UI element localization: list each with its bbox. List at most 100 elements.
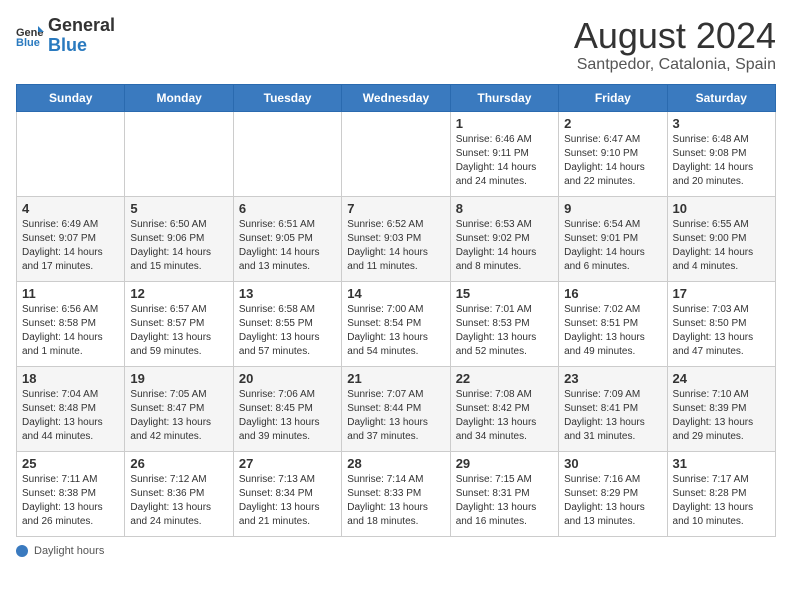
day-number: 8 bbox=[456, 201, 553, 216]
day-info: Sunrise: 7:13 AM Sunset: 8:34 PM Dayligh… bbox=[239, 473, 336, 529]
calendar-cell: 19 Sunrise: 7:05 AM Sunset: 8:47 PM Dayli… bbox=[125, 366, 233, 451]
calendar-cell: 15 Sunrise: 7:01 AM Sunset: 8:53 PM Dayli… bbox=[450, 281, 558, 366]
calendar-cell: 28 Sunrise: 7:14 AM Sunset: 8:33 PM Dayli… bbox=[342, 451, 450, 536]
calendar-cell: 25 Sunrise: 7:11 AM Sunset: 8:38 PM Dayli… bbox=[17, 451, 125, 536]
header-row: SundayMondayTuesdayWednesdayThursdayFrid… bbox=[17, 84, 776, 111]
header-day-monday: Monday bbox=[125, 84, 233, 111]
calendar-cell: 8 Sunrise: 6:53 AM Sunset: 9:02 PM Daylig… bbox=[450, 196, 558, 281]
day-info: Sunrise: 6:53 AM Sunset: 9:02 PM Dayligh… bbox=[456, 218, 553, 274]
day-number: 25 bbox=[22, 456, 119, 471]
day-info: Sunrise: 6:47 AM Sunset: 9:10 PM Dayligh… bbox=[564, 133, 661, 189]
calendar-cell: 30Sunrise: 7:16 AM Sunset: 8:29 PM Dayli… bbox=[559, 451, 667, 536]
day-number: 24 bbox=[673, 371, 770, 386]
day-info: Sunrise: 7:08 AM Sunset: 8:42 PM Dayligh… bbox=[456, 388, 553, 444]
day-info: Sunrise: 7:17 AM Sunset: 8:28 PM Dayligh… bbox=[673, 473, 770, 529]
day-number: 28 bbox=[347, 456, 444, 471]
calendar-cell: 4 Sunrise: 6:49 AM Sunset: 9:07 PM Daylig… bbox=[17, 196, 125, 281]
day-info: Sunrise: 7:02 AM Sunset: 8:51 PM Dayligh… bbox=[564, 303, 661, 359]
footer-dot bbox=[16, 545, 28, 557]
header-day-sunday: Sunday bbox=[17, 84, 125, 111]
day-number: 3 bbox=[673, 116, 770, 131]
day-info: Sunrise: 7:05 AM Sunset: 8:47 PM Dayligh… bbox=[130, 388, 227, 444]
header-day-thursday: Thursday bbox=[450, 84, 558, 111]
calendar-cell: 14 Sunrise: 7:00 AM Sunset: 8:54 PM Dayli… bbox=[342, 281, 450, 366]
calendar-cell bbox=[233, 111, 341, 196]
day-info: Sunrise: 6:49 AM Sunset: 9:07 PM Dayligh… bbox=[22, 218, 119, 274]
day-info: Sunrise: 7:01 AM Sunset: 8:53 PM Dayligh… bbox=[456, 303, 553, 359]
day-number: 15 bbox=[456, 286, 553, 301]
day-info: Sunrise: 7:04 AM Sunset: 8:48 PM Dayligh… bbox=[22, 388, 119, 444]
day-number: 13 bbox=[239, 286, 336, 301]
day-info: Sunrise: 6:57 AM Sunset: 8:57 PM Dayligh… bbox=[130, 303, 227, 359]
logo-text: General Blue bbox=[48, 16, 115, 56]
day-number: 20 bbox=[239, 371, 336, 386]
footer: Daylight hours bbox=[16, 545, 776, 557]
calendar-cell: 23Sunrise: 7:09 AM Sunset: 8:41 PM Dayli… bbox=[559, 366, 667, 451]
day-info: Sunrise: 7:11 AM Sunset: 8:38 PM Dayligh… bbox=[22, 473, 119, 529]
day-number: 6 bbox=[239, 201, 336, 216]
day-number: 30 bbox=[564, 456, 661, 471]
calendar-cell: 10Sunrise: 6:55 AM Sunset: 9:00 PM Dayli… bbox=[667, 196, 775, 281]
day-info: Sunrise: 7:14 AM Sunset: 8:33 PM Dayligh… bbox=[347, 473, 444, 529]
day-number: 23 bbox=[564, 371, 661, 386]
day-info: Sunrise: 7:10 AM Sunset: 8:39 PM Dayligh… bbox=[673, 388, 770, 444]
day-info: Sunrise: 6:58 AM Sunset: 8:55 PM Dayligh… bbox=[239, 303, 336, 359]
main-title: August 2024 bbox=[574, 16, 776, 56]
day-number: 7 bbox=[347, 201, 444, 216]
calendar-cell: 17 Sunrise: 7:03 AM Sunset: 8:50 PM Dayli… bbox=[667, 281, 775, 366]
day-info: Sunrise: 6:48 AM Sunset: 9:08 PM Dayligh… bbox=[673, 133, 770, 189]
calendar-header: SundayMondayTuesdayWednesdayThursdayFrid… bbox=[17, 84, 776, 111]
footer-label: Daylight hours bbox=[34, 545, 104, 557]
calendar-cell bbox=[17, 111, 125, 196]
day-number: 10 bbox=[673, 201, 770, 216]
day-info: Sunrise: 7:07 AM Sunset: 8:44 PM Dayligh… bbox=[347, 388, 444, 444]
day-number: 4 bbox=[22, 201, 119, 216]
day-info: Sunrise: 6:50 AM Sunset: 9:06 PM Dayligh… bbox=[130, 218, 227, 274]
calendar-week-1: 1 Sunrise: 6:46 AM Sunset: 9:11 PM Daylig… bbox=[17, 111, 776, 196]
day-number: 27 bbox=[239, 456, 336, 471]
day-info: Sunrise: 7:03 AM Sunset: 8:50 PM Dayligh… bbox=[673, 303, 770, 359]
calendar-cell: 1 Sunrise: 6:46 AM Sunset: 9:11 PM Daylig… bbox=[450, 111, 558, 196]
calendar-week-2: 4 Sunrise: 6:49 AM Sunset: 9:07 PM Daylig… bbox=[17, 196, 776, 281]
svg-text:Blue: Blue bbox=[16, 37, 40, 49]
day-number: 9 bbox=[564, 201, 661, 216]
calendar-cell: 27 Sunrise: 7:13 AM Sunset: 8:34 PM Dayli… bbox=[233, 451, 341, 536]
calendar-cell: 11Sunrise: 6:56 AM Sunset: 8:58 PM Dayli… bbox=[17, 281, 125, 366]
calendar-cell: 26Sunrise: 7:12 AM Sunset: 8:36 PM Dayli… bbox=[125, 451, 233, 536]
day-info: Sunrise: 6:54 AM Sunset: 9:01 PM Dayligh… bbox=[564, 218, 661, 274]
day-number: 14 bbox=[347, 286, 444, 301]
calendar-cell: 18Sunrise: 7:04 AM Sunset: 8:48 PM Dayli… bbox=[17, 366, 125, 451]
day-number: 29 bbox=[456, 456, 553, 471]
day-info: Sunrise: 6:46 AM Sunset: 9:11 PM Dayligh… bbox=[456, 133, 553, 189]
day-info: Sunrise: 7:00 AM Sunset: 8:54 PM Dayligh… bbox=[347, 303, 444, 359]
day-info: Sunrise: 7:15 AM Sunset: 8:31 PM Dayligh… bbox=[456, 473, 553, 529]
day-info: Sunrise: 6:51 AM Sunset: 9:05 PM Dayligh… bbox=[239, 218, 336, 274]
day-number: 5 bbox=[130, 201, 227, 216]
sub-title: Santpedor, Catalonia, Spain bbox=[574, 56, 776, 74]
calendar-cell: 31Sunrise: 7:17 AM Sunset: 8:28 PM Dayli… bbox=[667, 451, 775, 536]
header-day-friday: Friday bbox=[559, 84, 667, 111]
day-number: 19 bbox=[130, 371, 227, 386]
logo-icon: General Blue bbox=[16, 22, 44, 50]
logo: General Blue General Blue bbox=[16, 16, 115, 56]
title-area: August 2024 Santpedor, Catalonia, Spain bbox=[574, 16, 776, 74]
header: General Blue General Blue August 2024 Sa… bbox=[16, 16, 776, 74]
calendar-week-3: 11Sunrise: 6:56 AM Sunset: 8:58 PM Dayli… bbox=[17, 281, 776, 366]
calendar-cell: 21Sunrise: 7:07 AM Sunset: 8:44 PM Dayli… bbox=[342, 366, 450, 451]
calendar-cell: 9 Sunrise: 6:54 AM Sunset: 9:01 PM Daylig… bbox=[559, 196, 667, 281]
header-day-saturday: Saturday bbox=[667, 84, 775, 111]
calendar-cell: 16Sunrise: 7:02 AM Sunset: 8:51 PM Dayli… bbox=[559, 281, 667, 366]
day-info: Sunrise: 6:56 AM Sunset: 8:58 PM Dayligh… bbox=[22, 303, 119, 359]
calendar-cell: 13 Sunrise: 6:58 AM Sunset: 8:55 PM Dayli… bbox=[233, 281, 341, 366]
calendar-table: SundayMondayTuesdayWednesdayThursdayFrid… bbox=[16, 84, 776, 537]
logo-blue: Blue bbox=[48, 35, 87, 55]
logo-general: General bbox=[48, 15, 115, 35]
day-info: Sunrise: 7:06 AM Sunset: 8:45 PM Dayligh… bbox=[239, 388, 336, 444]
calendar-cell: 6 Sunrise: 6:51 AM Sunset: 9:05 PM Daylig… bbox=[233, 196, 341, 281]
day-number: 17 bbox=[673, 286, 770, 301]
calendar-cell bbox=[125, 111, 233, 196]
day-number: 1 bbox=[456, 116, 553, 131]
calendar-cell: 22Sunrise: 7:08 AM Sunset: 8:42 PM Dayli… bbox=[450, 366, 558, 451]
calendar-week-5: 25 Sunrise: 7:11 AM Sunset: 8:38 PM Dayli… bbox=[17, 451, 776, 536]
calendar-cell: 24 Sunrise: 7:10 AM Sunset: 8:39 PM Dayli… bbox=[667, 366, 775, 451]
